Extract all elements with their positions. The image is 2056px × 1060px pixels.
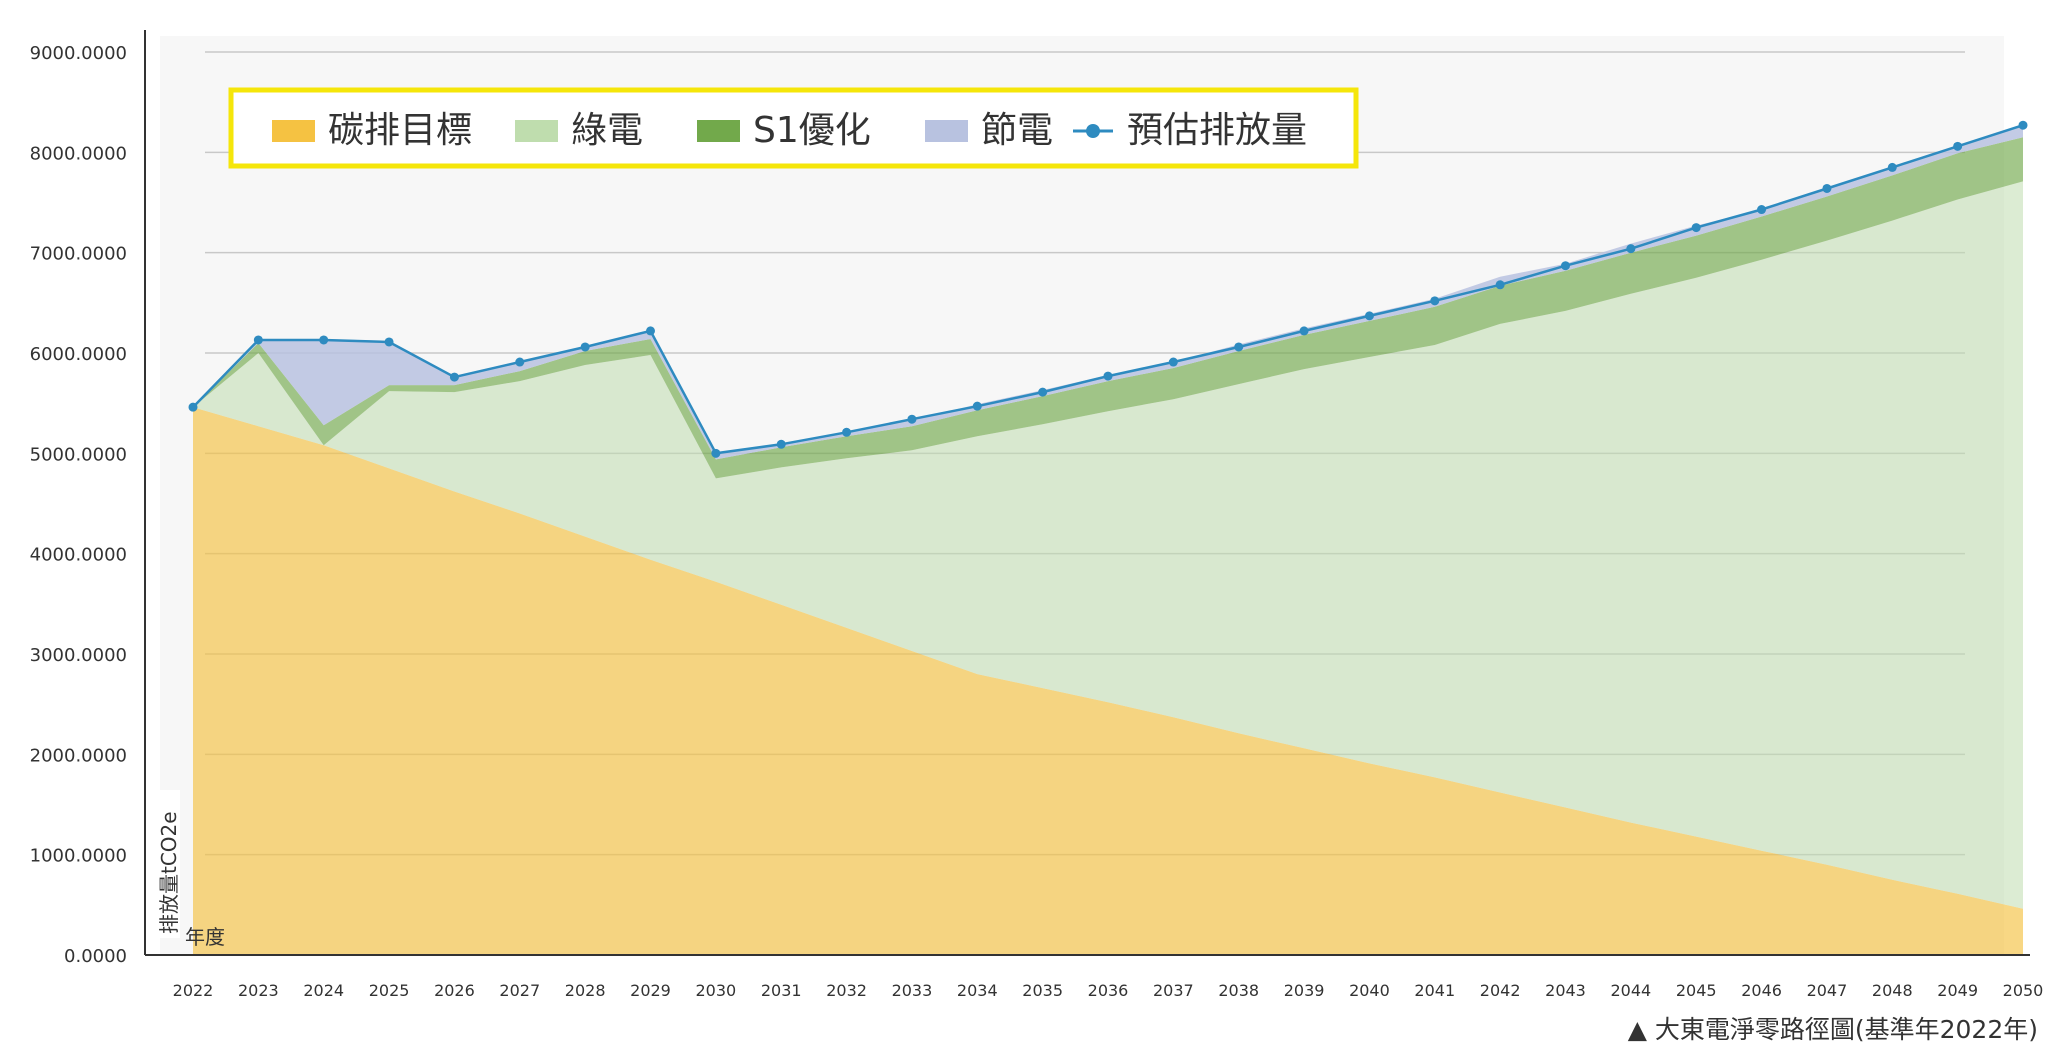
chart-container: 0.0000 1000.0000 2000.0000 3000.0000 4000.00… bbox=[0, 0, 2056, 1056]
estimated-emissions-point bbox=[1757, 205, 1767, 215]
legend: 碳排目標 綠電 S1優化 節電 預估排放量 bbox=[228, 87, 1359, 169]
y-tick-label: 2000.0000 bbox=[30, 745, 127, 766]
y-tick-label: 6000.0000 bbox=[30, 344, 127, 365]
estimated-emissions-point bbox=[1103, 371, 1113, 381]
estimated-emissions-point bbox=[1038, 387, 1048, 397]
x-tick-labels: 2022 2023 2024 2025 2026 2027 2028 2029 2030 2031… bbox=[173, 981, 2044, 1000]
estimated-emissions-point bbox=[1234, 342, 1244, 352]
x-tick-label: 2046 bbox=[1741, 981, 1782, 1000]
chart-caption: ▲ 大東電淨零路徑圖(基準年2022年) bbox=[1628, 1015, 2038, 1044]
estimated-emissions-point bbox=[2018, 120, 2028, 130]
x-axis-title: 年度 bbox=[185, 925, 225, 949]
estimated-emissions-point bbox=[1887, 162, 1897, 172]
x-tick-label: 2035 bbox=[1022, 981, 1063, 1000]
estimated-emissions-point bbox=[972, 401, 982, 411]
legend-items: 碳排目標 綠電 S1優化 節電 預估排放量 bbox=[272, 110, 1307, 151]
estimated-emissions-point bbox=[1626, 244, 1636, 254]
legend-swatch bbox=[515, 120, 558, 142]
estimated-emissions-point bbox=[1953, 141, 1963, 151]
legend-swatch bbox=[697, 120, 740, 142]
estimated-emissions-point bbox=[1822, 183, 1832, 193]
estimated-emissions-point bbox=[1364, 311, 1374, 321]
x-tick-label: 2033 bbox=[892, 981, 933, 1000]
x-tick-label: 2038 bbox=[1218, 981, 1259, 1000]
x-tick-label: 2041 bbox=[1414, 981, 1455, 1000]
x-tick-label: 2031 bbox=[761, 981, 802, 1000]
estimated-emissions-point bbox=[1299, 326, 1309, 336]
legend-label: 綠電 bbox=[571, 110, 643, 151]
x-tick-label: 2040 bbox=[1349, 981, 1390, 1000]
y-tick-label: 9000.0000 bbox=[30, 43, 127, 64]
x-tick-label: 2042 bbox=[1480, 981, 1521, 1000]
x-tick-label: 2032 bbox=[826, 981, 867, 1000]
y-tick-label: 4000.0000 bbox=[30, 545, 127, 566]
estimated-emissions-point bbox=[1691, 223, 1701, 233]
estimated-emissions-point bbox=[319, 335, 329, 345]
x-tick-label: 2023 bbox=[238, 981, 279, 1000]
legend-swatch bbox=[272, 120, 315, 142]
x-tick-label: 2049 bbox=[1937, 981, 1978, 1000]
x-tick-label: 2026 bbox=[434, 981, 475, 1000]
estimated-emissions-point bbox=[711, 448, 721, 458]
x-tick-label: 2029 bbox=[630, 981, 671, 1000]
estimated-emissions-point bbox=[188, 402, 198, 412]
estimated-emissions-point bbox=[1561, 261, 1570, 271]
estimated-emissions-point bbox=[776, 439, 786, 449]
x-tick-label: 2037 bbox=[1153, 981, 1194, 1000]
x-tick-label: 2050 bbox=[2003, 981, 2044, 1000]
y-tick-label: 1000.0000 bbox=[30, 846, 127, 867]
legend-swatch bbox=[925, 120, 968, 142]
estimated-emissions-point bbox=[646, 326, 655, 336]
y-tick-label: 0.0000 bbox=[64, 946, 127, 967]
legend-label: 預估排放量 bbox=[1127, 110, 1307, 151]
y-axis-title: 排放量tCO2e bbox=[157, 811, 181, 934]
estimated-emissions-point bbox=[1495, 280, 1505, 290]
legend-point-marker bbox=[1086, 124, 1100, 138]
x-tick-label: 2024 bbox=[303, 981, 344, 1000]
legend-label: S1優化 bbox=[753, 110, 871, 151]
x-tick-label: 2048 bbox=[1872, 981, 1913, 1000]
y-tick-label: 5000.0000 bbox=[30, 444, 127, 465]
emission-pathway-chart: 0.0000 1000.0000 2000.0000 3000.0000 4000.00… bbox=[30, 30, 2044, 1044]
x-tick-label: 2047 bbox=[1807, 981, 1848, 1000]
estimated-emissions-point bbox=[842, 427, 852, 437]
estimated-emissions-point bbox=[907, 414, 917, 424]
legend-label: 節電 bbox=[981, 110, 1053, 151]
estimated-emissions-point bbox=[580, 342, 590, 352]
estimated-emissions-point bbox=[1168, 357, 1178, 367]
x-tick-label: 2022 bbox=[173, 981, 214, 1000]
x-tick-label: 2034 bbox=[957, 981, 998, 1000]
estimated-emissions-point bbox=[384, 337, 394, 347]
y-tick-label: 7000.0000 bbox=[30, 244, 127, 265]
x-tick-label: 2030 bbox=[695, 981, 736, 1000]
y-tick-label: 8000.0000 bbox=[30, 143, 127, 164]
x-tick-label: 2025 bbox=[369, 981, 410, 1000]
estimated-emissions-point bbox=[253, 335, 263, 345]
estimated-emissions-point bbox=[1430, 296, 1440, 306]
x-tick-label: 2028 bbox=[565, 981, 606, 1000]
estimated-emissions-point bbox=[449, 372, 459, 382]
x-tick-label: 2036 bbox=[1088, 981, 1129, 1000]
x-tick-label: 2043 bbox=[1545, 981, 1586, 1000]
x-tick-label: 2027 bbox=[499, 981, 540, 1000]
x-tick-label: 2044 bbox=[1610, 981, 1651, 1000]
y-tick-label: 3000.0000 bbox=[30, 645, 127, 666]
x-tick-label: 2039 bbox=[1284, 981, 1325, 1000]
x-tick-label: 2045 bbox=[1676, 981, 1717, 1000]
y-tick-labels: 0.0000 1000.0000 2000.0000 3000.0000 4000.00… bbox=[30, 43, 127, 967]
legend-label: 碳排目標 bbox=[328, 110, 472, 151]
estimated-emissions-point bbox=[515, 357, 525, 367]
